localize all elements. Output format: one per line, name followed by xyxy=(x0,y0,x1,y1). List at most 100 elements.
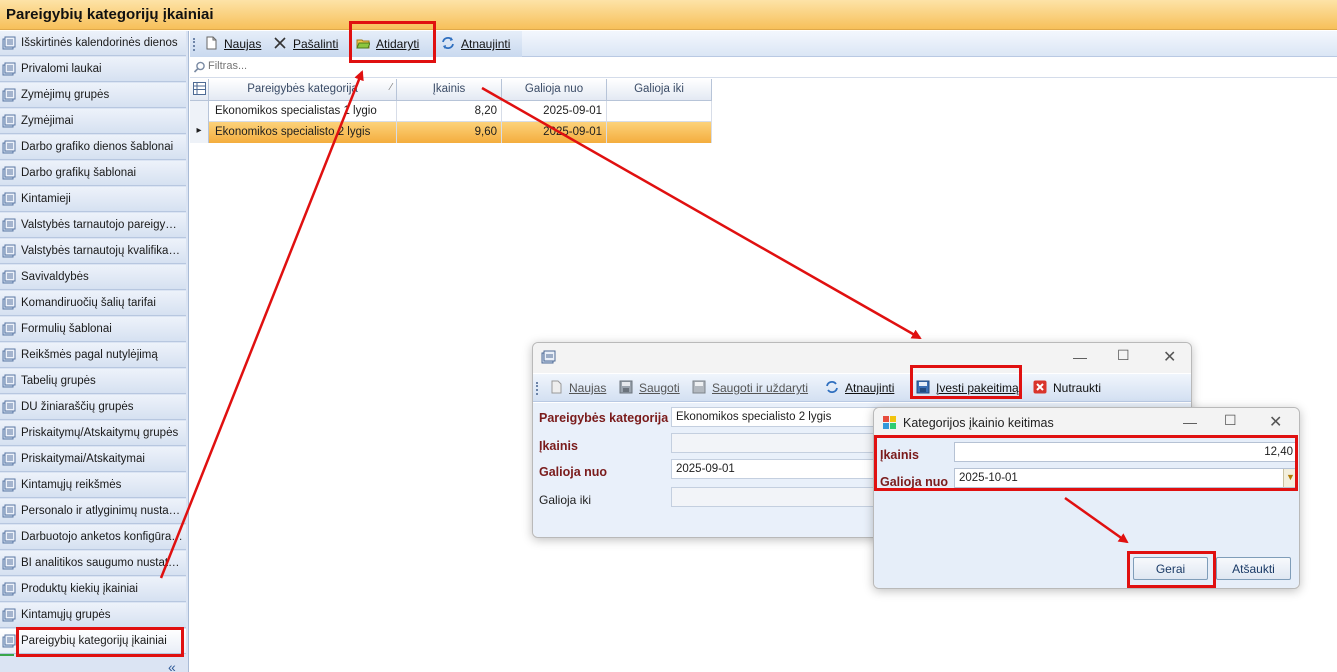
price-label: Įkainis xyxy=(539,439,578,453)
cell-category[interactable]: Ekonomikos specialisto 2 lygis xyxy=(209,122,397,143)
table-icon xyxy=(2,608,16,622)
sidebar-item[interactable]: Valstybės tarnautojo pareigybės xyxy=(0,213,186,238)
toolbar-grip[interactable] xyxy=(536,382,538,395)
cell-valid-from[interactable]: 2025-09-01 xyxy=(502,101,607,122)
sidebar-item[interactable]: Kintamieji xyxy=(0,187,186,212)
cancel-button[interactable]: Atšaukti xyxy=(1216,557,1291,580)
table-icon xyxy=(2,374,16,388)
sidebar-item[interactable]: Darbuotojo anketos konfigūracija xyxy=(0,525,186,550)
sidebar-item[interactable]: Reikšmės pagal nutylėjimą xyxy=(0,343,186,368)
save-disk-icon xyxy=(619,380,633,394)
category-label: Pareigybės kategorija xyxy=(539,411,669,425)
table-icon xyxy=(2,322,16,336)
new-document-icon xyxy=(206,36,217,50)
maximize-icon[interactable]: ☐ xyxy=(1117,347,1130,364)
dropdown-arrow-icon[interactable]: ▼ xyxy=(1283,469,1297,487)
column-header-valid-from[interactable]: Galioja nuo xyxy=(502,79,607,101)
sidebar-item[interactable]: BI analitikos saugumo nustatymai xyxy=(0,551,186,576)
cell-valid-from[interactable]: 2025-09-01 xyxy=(502,122,607,143)
sidebar-item[interactable]: Pareigybių kategorijų įkainiai xyxy=(0,629,186,654)
column-header-category[interactable]: Pareigybės kategorija ⁄ xyxy=(209,79,397,101)
table-icon xyxy=(2,504,16,518)
cell-valid-to[interactable] xyxy=(607,122,712,143)
sidebar-item[interactable]: Darbo grafikų šablonai xyxy=(0,161,186,186)
new-button[interactable]: Naujas xyxy=(204,36,261,54)
column-header-price[interactable]: Įkainis xyxy=(397,79,502,101)
minimize-icon[interactable]: — xyxy=(1073,349,1087,365)
sidebar-item[interactable]: Kintamųjų reikšmės xyxy=(0,473,186,498)
open-button[interactable]: Atidaryti xyxy=(356,36,419,54)
sidebar-item-label: Tabelių grupės xyxy=(21,375,96,387)
sidebar-item[interactable]: Komandiruočių šalių tarifai xyxy=(0,291,186,316)
new-button-label: Naujas xyxy=(569,381,607,395)
close-icon[interactable]: ✕ xyxy=(1163,347,1176,367)
table-row-selected[interactable]: ▸ Ekonomikos specialisto 2 lygis 9,60 20… xyxy=(190,122,712,143)
cell-category[interactable]: Ekonomikos specialistas 1 lygio xyxy=(209,101,397,122)
save-button[interactable]: Saugoti xyxy=(619,380,680,398)
sidebar-item[interactable]: Savivaldybės xyxy=(0,265,186,290)
collapse-sidebar-icon[interactable]: « xyxy=(168,659,176,672)
cell-price[interactable]: 9,60 xyxy=(397,122,502,143)
sidebar-item-label: Žymėjimai xyxy=(21,115,74,127)
row-indicator[interactable] xyxy=(190,101,209,122)
refresh-icon xyxy=(442,37,454,49)
refresh-button-label: Atnaujinti xyxy=(461,37,511,51)
sidebar-item[interactable]: Kintamųjų grupės xyxy=(0,603,186,628)
enter-change-button[interactable]: Įvesti pakeitimą xyxy=(916,380,1019,398)
sidebar-item-label: DU žiniaraščių grupės xyxy=(21,401,134,413)
refresh-button[interactable]: Atnaujinti xyxy=(825,380,894,398)
sidebar-item[interactable]: Personalo ir atlyginimų nustatymai xyxy=(0,499,186,524)
sort-icon: ⁄ xyxy=(390,82,392,93)
dialog-title: Kategorijos įkainio keitimas xyxy=(903,416,1054,430)
sidebar-item[interactable]: Priskaitymai/Atskaitymai xyxy=(0,447,186,472)
table-icon xyxy=(2,270,16,284)
sidebar-item[interactable]: Žymėjimų grupės xyxy=(0,83,186,108)
valid-from-date-input[interactable]: 2025-10-01 ▼ xyxy=(954,468,1298,488)
enter-change-button-label: Įvesti pakeitimą xyxy=(936,381,1019,395)
valid-from-label: Galioja nuo xyxy=(539,465,608,479)
sidebar-item[interactable]: Formulių šablonai xyxy=(0,317,186,342)
delete-button-label: Pašalinti xyxy=(293,37,339,51)
sidebar-item-label: Formulių šablonai xyxy=(21,323,112,335)
delete-button[interactable]: Pašalinti xyxy=(273,36,338,54)
close-icon[interactable]: ✕ xyxy=(1269,412,1282,432)
refresh-button[interactable]: Atnaujinti xyxy=(441,36,510,54)
filter-input[interactable] xyxy=(208,60,608,72)
table-row[interactable]: Ekonomikos specialistas 1 lygio 8,20 202… xyxy=(190,101,712,122)
maximize-icon[interactable]: ☐ xyxy=(1224,412,1237,429)
sidebar-item[interactable]: Valstybės tarnautojų kvalifikacinės xyxy=(0,239,186,264)
sidebar-item-label: BI analitikos saugumo nustatymai xyxy=(21,557,183,569)
sidebar-item[interactable]: DU žiniaraščių grupės xyxy=(0,395,186,420)
table-icon xyxy=(2,426,16,440)
save-close-icon xyxy=(692,380,706,394)
sidebar-item[interactable]: Žymėjimai xyxy=(0,109,186,134)
price-change-dialog: Kategorijos įkainio keitimas — ☐ ✕ Įkain… xyxy=(873,407,1300,589)
sidebar-item[interactable]: Tabelių grupės xyxy=(0,369,186,394)
table-icon xyxy=(2,530,16,544)
grid-icon xyxy=(192,82,206,95)
toolbar-grip[interactable] xyxy=(193,38,195,51)
ok-button[interactable]: Gerai xyxy=(1133,557,1208,580)
minimize-icon[interactable]: — xyxy=(1183,414,1197,430)
price-input[interactable]: 12,40 xyxy=(954,442,1298,462)
cell-valid-to[interactable] xyxy=(607,101,712,122)
new-button[interactable]: Naujas xyxy=(549,380,606,398)
sidebar-item[interactable]: Privalomi laukai xyxy=(0,57,186,82)
sidebar-item[interactable]: Darbo grafiko dienos šablonai xyxy=(0,135,186,160)
sidebar-item-label: Valstybės tarnautojų kvalifikacinės xyxy=(21,245,183,257)
sidebar-item[interactable]: Išskirtinės kalendorinės dienos xyxy=(0,31,186,56)
app-title-bar: Pareigybių kategorijų įkainiai xyxy=(0,0,1337,30)
table-icon xyxy=(2,192,16,206)
abort-button[interactable]: Nutraukti xyxy=(1033,380,1101,398)
save-close-button[interactable]: Saugoti ir uždaryti xyxy=(692,380,808,398)
row-indicator-icon[interactable]: ▸ xyxy=(190,122,209,143)
sidebar-item-label: Išskirtinės kalendorinės dienos xyxy=(21,37,178,49)
sidebar-item[interactable]: Produktų kiekių įkainiai xyxy=(0,577,186,602)
sidebar-item-label: Darbo grafikų šablonai xyxy=(21,167,137,179)
sidebar-item[interactable]: Priskaitymų/Atskaitymų grupės xyxy=(0,421,186,446)
table-icon xyxy=(2,400,16,414)
cell-price[interactable]: 8,20 xyxy=(397,101,502,122)
arrow-to-open xyxy=(159,70,364,579)
column-header-valid-to[interactable]: Galioja iki xyxy=(607,79,712,101)
column-chooser-button[interactable] xyxy=(190,79,209,101)
